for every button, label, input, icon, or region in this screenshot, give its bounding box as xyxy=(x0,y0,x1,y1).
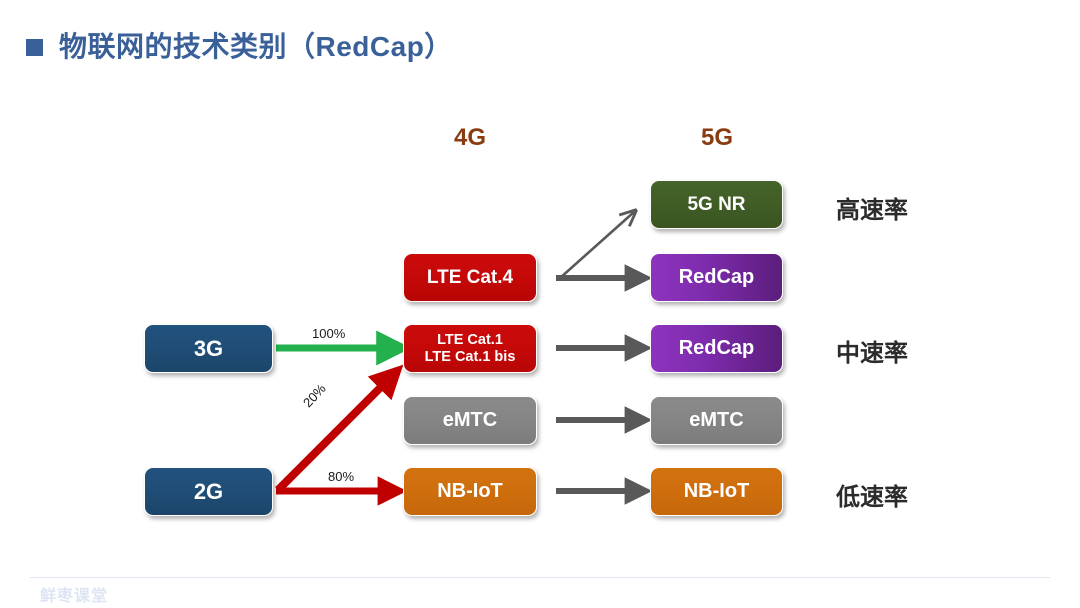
node-5g-nr-label: 5G NR xyxy=(687,193,746,215)
migration-label-80: 80% xyxy=(328,469,355,484)
node-redcap-high-label: RedCap xyxy=(678,266,755,288)
node-5g-nr[interactable]: 5G NR xyxy=(650,180,783,229)
node-redcap-high[interactable]: RedCap xyxy=(650,253,783,302)
page-title: 物联网的技术类别（RedCap） xyxy=(26,31,453,63)
node-2g[interactable]: 2G xyxy=(144,467,273,516)
column-header-4g: 4G xyxy=(453,124,486,151)
page-title-text: 物联网的技术类别（RedCap） xyxy=(59,31,453,62)
node-nbiot-5g[interactable]: NB-IoT xyxy=(650,467,783,516)
node-redcap-mid[interactable]: RedCap xyxy=(650,324,783,373)
node-nbiot-4g[interactable]: NB-IoT xyxy=(403,467,537,516)
rate-label-medium: 中速率 xyxy=(836,340,908,367)
column-header-5g: 5G xyxy=(700,124,733,151)
arrow-ltecat4-to-5gnr xyxy=(559,212,634,279)
slide-canvas: 物联网的技术类别（RedCap） 4G 5G 100% 20% 80% 3G 2… xyxy=(0,0,1080,608)
migration-label-100: 100% xyxy=(312,326,346,341)
square-bullet-icon xyxy=(26,38,43,56)
node-3g-label: 3G xyxy=(193,335,224,361)
node-redcap-mid-label: RedCap xyxy=(678,337,755,359)
rate-label-low: 低速率 xyxy=(836,484,908,511)
node-3g[interactable]: 3G xyxy=(144,324,273,373)
footer-divider xyxy=(30,577,1050,578)
node-lte-cat1-line1: LTE Cat.1 xyxy=(437,331,503,348)
node-lte-cat1-label-group: LTE Cat.1 LTE Cat.1 bis xyxy=(425,332,516,365)
node-lte-cat4[interactable]: LTE Cat.4 xyxy=(403,253,537,302)
node-lte-cat4-label: LTE Cat.4 xyxy=(426,266,514,288)
node-2g-label: 2G xyxy=(193,478,224,504)
node-lte-cat1[interactable]: LTE Cat.1 LTE Cat.1 bis xyxy=(403,324,537,373)
node-emtc-4g[interactable]: eMTC xyxy=(403,396,537,445)
node-lte-cat1-line2: LTE Cat.1 bis xyxy=(424,348,516,365)
arrow-layer xyxy=(275,0,653,506)
node-emtc-4g-label: eMTC xyxy=(442,409,498,431)
node-emtc-5g[interactable]: eMTC xyxy=(650,396,783,445)
node-nbiot-4g-label: NB-IoT xyxy=(437,480,503,502)
node-emtc-5g-label: eMTC xyxy=(689,409,744,431)
rate-label-high: 高速率 xyxy=(836,197,908,224)
footer-watermark: 鲜枣课堂 xyxy=(40,588,109,605)
node-nbiot-5g-label: NB-IoT xyxy=(683,480,750,502)
migration-label-20: 20% xyxy=(300,380,329,411)
